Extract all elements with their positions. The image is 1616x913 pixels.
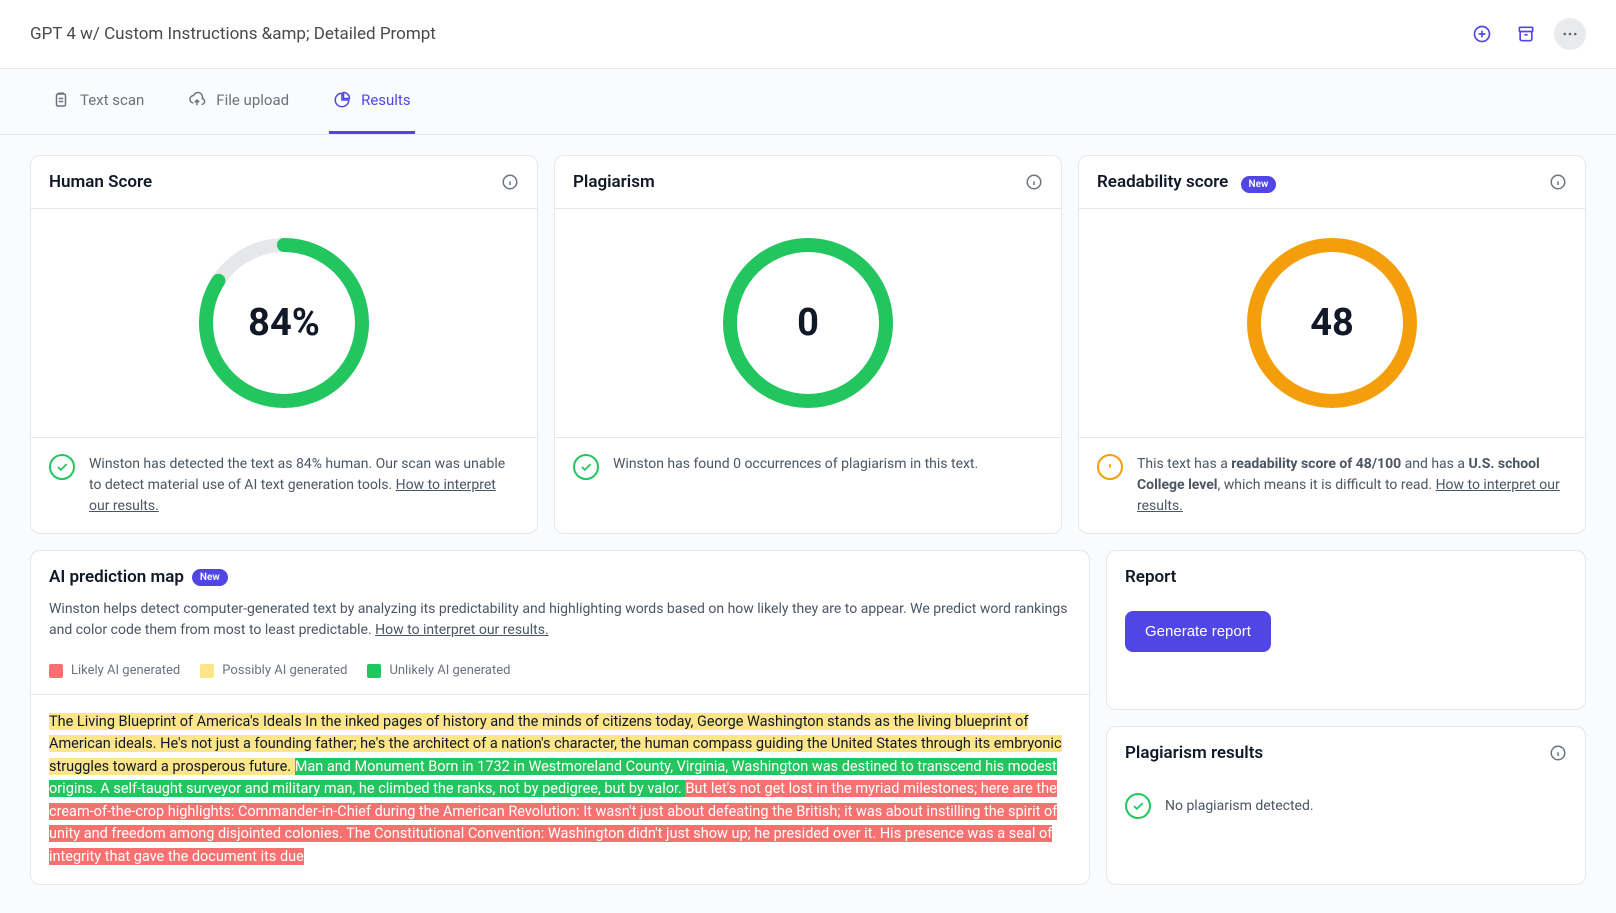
card-title: Human Score	[49, 172, 152, 192]
tab-label: File upload	[216, 91, 289, 109]
generate-report-button[interactable]: Generate report	[1125, 611, 1271, 652]
archive-icon[interactable]	[1510, 18, 1542, 50]
info-icon[interactable]	[1549, 173, 1567, 191]
section-title: Report	[1125, 567, 1176, 587]
swatch-green	[367, 664, 381, 678]
info-icon[interactable]	[1025, 173, 1043, 191]
warning-icon	[1097, 454, 1123, 480]
report-card: Report Generate report	[1106, 550, 1586, 710]
section-title: Plagiarism results	[1125, 743, 1263, 763]
check-icon	[573, 454, 599, 480]
readability-footer: This text has a readability score of 48/…	[1137, 454, 1567, 517]
plagiarism-value: 0	[718, 233, 898, 413]
legend-likely: Likely AI generated	[49, 663, 180, 678]
human-score-footer: Winston has detected the text as 84% hum…	[89, 454, 519, 517]
tabs: Text scan File upload Results	[0, 69, 1616, 135]
check-icon	[49, 454, 75, 480]
readability-value: 48	[1242, 233, 1422, 413]
swatch-red	[49, 664, 63, 678]
plagiarism-results-card: Plagiarism results No plagiarism detecte…	[1106, 726, 1586, 886]
card-title: Plagiarism	[573, 172, 655, 192]
prediction-desc: Winston helps detect computer-generated …	[31, 595, 1089, 655]
new-badge: New	[192, 569, 228, 586]
more-icon[interactable]	[1554, 18, 1586, 50]
plagiarism-footer: Winston has found 0 occurrences of plagi…	[613, 454, 978, 475]
new-badge: New	[1241, 176, 1277, 193]
swatch-yellow	[200, 664, 214, 678]
human-score-card: Human Score 84% Win	[30, 155, 538, 534]
ai-prediction-card: AI prediction map New Winston helps dete…	[30, 550, 1090, 885]
header-actions	[1466, 18, 1586, 50]
content: Human Score 84% Win	[0, 135, 1616, 905]
tab-results[interactable]: Results	[329, 69, 415, 134]
score-cards-row: Human Score 84% Win	[30, 155, 1586, 534]
lower-row: AI prediction map New Winston helps dete…	[30, 550, 1586, 885]
card-title: Readability score New	[1097, 172, 1276, 192]
page-header: GPT 4 w/ Custom Instructions &amp; Detai…	[0, 0, 1616, 69]
info-icon[interactable]	[501, 173, 519, 191]
plagiarism-results-text: No plagiarism detected.	[1165, 798, 1314, 814]
add-icon[interactable]	[1466, 18, 1498, 50]
interpret-link[interactable]: How to interpret our results.	[375, 622, 549, 638]
tab-label: Results	[361, 91, 411, 109]
legend-unlikely: Unlikely AI generated	[367, 663, 510, 678]
pie-chart-icon	[333, 91, 351, 109]
tab-file-upload[interactable]: File upload	[184, 69, 293, 134]
clipboard-icon	[52, 91, 70, 109]
readability-ring: 48	[1242, 233, 1422, 413]
readability-card: Readability score New 48	[1078, 155, 1586, 534]
section-title: AI prediction map New	[49, 567, 228, 587]
plagiarism-ring: 0	[718, 233, 898, 413]
tab-text-scan[interactable]: Text scan	[48, 69, 148, 134]
prediction-passage: The Living Blueprint of America's Ideals…	[31, 695, 1089, 884]
upload-icon	[188, 91, 206, 109]
legend-possibly: Possibly AI generated	[200, 663, 347, 678]
tab-label: Text scan	[80, 91, 144, 109]
legend: Likely AI generated Possibly AI generate…	[31, 655, 1089, 695]
human-score-value: 84%	[194, 233, 374, 413]
plagiarism-card: Plagiarism 0 Winston has found 0 occurre…	[554, 155, 1062, 534]
check-icon	[1125, 793, 1151, 819]
human-score-ring: 84%	[194, 233, 374, 413]
page-title: GPT 4 w/ Custom Instructions &amp; Detai…	[30, 24, 436, 44]
info-icon[interactable]	[1549, 744, 1567, 762]
